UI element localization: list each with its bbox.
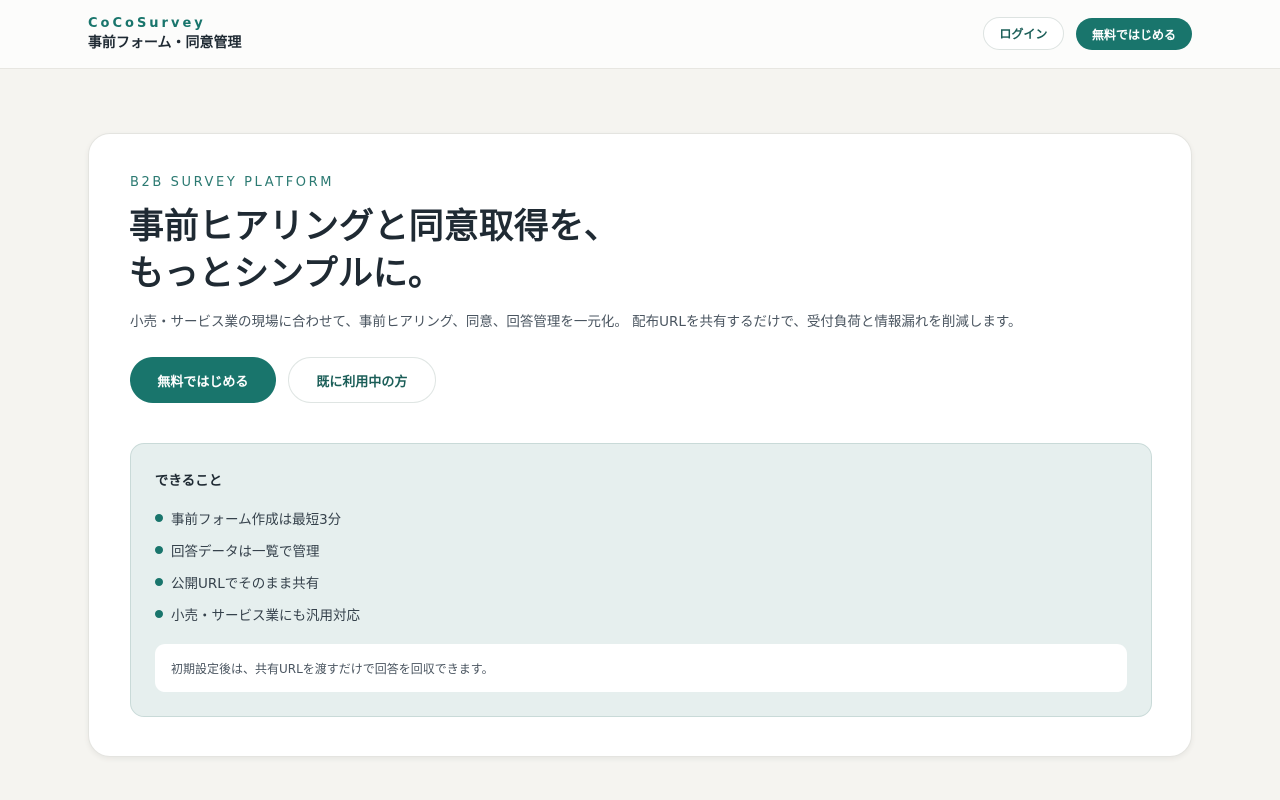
feature-item-label: 公開URLでそのまま共有 xyxy=(171,576,320,592)
brand-name: CoCoSurvey xyxy=(88,16,206,31)
existing-user-button[interactable]: 既に利用中の方 xyxy=(288,357,436,403)
feature-item: 回答データは一覧で管理 xyxy=(155,534,360,566)
bullet-dot-icon xyxy=(155,514,163,522)
feature-item: 公開URLでそのまま共有 xyxy=(155,566,360,598)
top-navigation-bar: CoCoSurvey 事前フォーム・同意管理 ログイン 無料ではじめる xyxy=(0,0,1280,69)
hero-headline: 事前ヒアリングと同意取得を、 もっとシンプルに。 xyxy=(129,204,619,298)
start-free-button[interactable]: 無料ではじめる xyxy=(130,357,276,403)
feature-item: 小売・サービス業にも汎用対応 xyxy=(155,598,360,630)
hero-headline-line-1: 事前ヒアリングと同意取得を、 xyxy=(129,207,620,247)
feature-item-label: 小売・サービス業にも汎用対応 xyxy=(171,608,360,624)
bullet-dot-icon xyxy=(155,546,163,554)
login-button[interactable]: ログイン xyxy=(983,17,1064,50)
hero-headline-line-2: もっとシンプルに。 xyxy=(129,254,443,294)
features-title: できること xyxy=(155,473,223,489)
feature-item-label: 事前フォーム作成は最短3分 xyxy=(171,512,342,528)
features-panel: できること 事前フォーム作成は最短3分 回答データは一覧で管理 公開URLでその… xyxy=(130,443,1152,717)
header-start-free-button[interactable]: 無料ではじめる xyxy=(1076,18,1192,50)
features-note: 初期設定後は、共有URLを渡すだけで回答を回収できます。 xyxy=(155,644,1127,692)
hero-lead-text: 小売・サービス業の現場に合わせて、事前ヒアリング、同意、回答管理を一元化。 配布… xyxy=(130,314,1022,330)
hero-card: B2B SURVEY PLATFORM 事前ヒアリングと同意取得を、 もっとシン… xyxy=(88,133,1192,757)
brand-logo[interactable]: CoCoSurvey 事前フォーム・同意管理 xyxy=(88,16,242,53)
bullet-dot-icon xyxy=(155,578,163,586)
bullet-dot-icon xyxy=(155,610,163,618)
feature-list: 事前フォーム作成は最短3分 回答データは一覧で管理 公開URLでそのまま共有 小… xyxy=(155,502,360,630)
feature-item: 事前フォーム作成は最短3分 xyxy=(155,502,360,534)
feature-item-label: 回答データは一覧で管理 xyxy=(171,544,320,560)
brand-subtitle: 事前フォーム・同意管理 xyxy=(88,35,242,51)
hero-eyebrow: B2B SURVEY PLATFORM xyxy=(130,175,335,190)
